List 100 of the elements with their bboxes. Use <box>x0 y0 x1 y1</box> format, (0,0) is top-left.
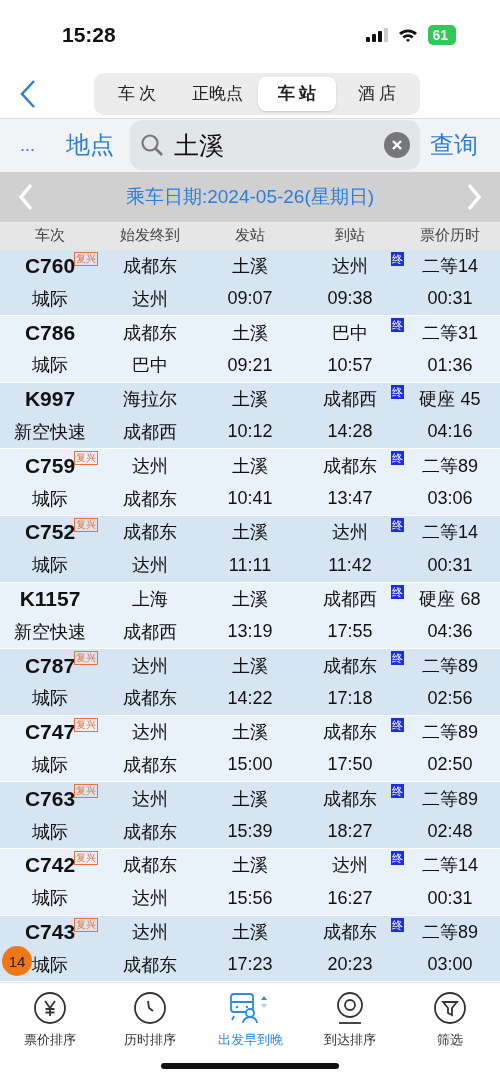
terminus-station: 成都东 <box>123 953 177 977</box>
train-number: C760 <box>24 254 76 278</box>
terminal-badge: 终 <box>391 850 404 865</box>
travel-duration: 03:06 <box>427 488 473 510</box>
arrival-time: 17:18 <box>327 687 373 709</box>
fuxing-badge: 复兴 <box>74 651 98 666</box>
train-row[interactable]: K1157 上海 土溪 成都西 终 硬座 68 新空快速 成都西 13:19 17:55 04:36 <box>0 582 500 650</box>
fuxing-badge: 复兴 <box>74 451 98 466</box>
train-number: C759 <box>24 453 76 478</box>
travel-duration: 00:31 <box>427 554 473 576</box>
sort-tab[interactable]: 票价排序 <box>0 983 100 1055</box>
train-number: C752 <box>24 520 76 545</box>
column-header: 到站 <box>334 226 366 246</box>
departure-time: 15:39 <box>227 821 273 843</box>
fuxing-badge: 复兴 <box>74 784 98 799</box>
terminus-station: 成都东 <box>123 753 177 777</box>
terminal-badge: 终 <box>391 917 404 932</box>
tab[interactable]: 车 站 <box>258 76 336 111</box>
departure-time: 14:22 <box>227 687 273 709</box>
travel-duration: 01:36 <box>427 354 473 376</box>
column-header: 车次 <box>34 226 66 246</box>
arrival-station: 达州 <box>332 521 368 545</box>
ticket-price: 二等89 <box>422 654 478 678</box>
departure-station: 土溪 <box>232 255 268 278</box>
travel-duration: 00:31 <box>427 887 473 909</box>
sort-tab[interactable]: 历时排序 <box>100 983 200 1055</box>
query-button[interactable]: 查询 <box>420 129 500 162</box>
travel-duration: 02:48 <box>427 821 473 843</box>
column-header: 发站 <box>234 226 266 246</box>
arrival-time: 17:55 <box>327 621 373 643</box>
sort-tab[interactable]: 筛选 <box>400 983 500 1055</box>
departure-station: 土溪 <box>232 388 268 412</box>
wifi-icon <box>398 27 419 42</box>
departure-station: 土溪 <box>232 920 268 944</box>
travel-duration: 04:36 <box>427 621 473 643</box>
arrival-station: 巴中 <box>332 321 368 345</box>
clock-icon <box>133 991 167 1026</box>
terminal-badge: 终 <box>391 384 404 399</box>
departure-station: 土溪 <box>232 454 268 478</box>
arrival-time: 20:23 <box>327 954 373 976</box>
ticket-price: 二等31 <box>422 321 478 345</box>
terminus-station: 巴中 <box>132 354 168 378</box>
train-row[interactable]: K997 海拉尔 土溪 成都西 终 硬座 45 新空快速 成都西 10:12 14:28 04:16 <box>0 382 500 450</box>
departure-station: 土溪 <box>232 654 268 678</box>
clear-icon[interactable] <box>384 132 410 159</box>
departure-station: 土溪 <box>232 587 268 611</box>
location-link[interactable]: 地点 <box>66 129 130 162</box>
terminus-station: 成都东 <box>123 487 177 511</box>
ticket-price: 二等14 <box>422 255 478 278</box>
terminal-badge: 终 <box>391 584 404 599</box>
train-type: 城际 <box>32 953 68 977</box>
arrival-station: 成都东 <box>323 654 377 678</box>
ticket-price: 二等89 <box>422 787 478 811</box>
departure-station: 土溪 <box>232 321 268 345</box>
ticket-price: 二等89 <box>422 920 478 944</box>
departure-time: 15:56 <box>227 887 273 909</box>
ticket-price: 硬座 45 <box>419 388 481 412</box>
sort-tab[interactable]: 出发早到晚 <box>200 983 300 1055</box>
train-row[interactable]: C786 成都东 土溪 巴中 终 二等31 城际 巴中 09:21 10:57 01:36 <box>0 316 500 383</box>
more-link[interactable]: ... <box>0 134 66 156</box>
sort-tab[interactable]: 到达排序 <box>300 983 400 1055</box>
fuxing-badge: 复兴 <box>74 850 98 865</box>
tab[interactable]: 酒 店 <box>338 76 416 111</box>
arrival-time: 16:27 <box>327 887 373 909</box>
terminal-badge: 终 <box>391 651 404 666</box>
train-type: 新空快速 <box>14 420 86 444</box>
origin-station: 达州 <box>132 721 168 745</box>
travel-duration: 02:56 <box>427 687 473 709</box>
train-number: K997 <box>24 387 76 412</box>
train-number: C763 <box>24 786 76 811</box>
train-number: K1157 <box>19 586 81 611</box>
arrival-time: 09:38 <box>327 288 373 310</box>
search-field[interactable]: 土溪 <box>130 120 420 171</box>
tab[interactable]: 车 次 <box>98 76 176 111</box>
origin-station: 达州 <box>132 654 168 678</box>
back-icon[interactable] <box>20 78 36 109</box>
terminus-station: 达州 <box>132 887 168 911</box>
train-number: C747 <box>24 720 76 745</box>
ticket-price: 二等14 <box>422 854 478 878</box>
origin-station: 达州 <box>132 787 168 811</box>
train-number: C743 <box>24 919 76 944</box>
tab[interactable]: 正晚点 <box>178 76 256 111</box>
arrival-station: 成都西 <box>323 388 377 412</box>
departure-time: 09:07 <box>227 288 273 310</box>
train-type: 城际 <box>32 354 68 378</box>
departure-station: 土溪 <box>232 854 268 878</box>
departure-time: 17:23 <box>227 954 273 976</box>
terminus-station: 达州 <box>132 287 168 311</box>
train-type: 城际 <box>32 887 68 911</box>
ticket-price: 二等14 <box>422 521 478 545</box>
arrival-time: 17:50 <box>327 754 373 776</box>
arrival-station: 成都东 <box>323 920 377 944</box>
departure-time: 09:21 <box>227 354 273 376</box>
column-header: 票价历时 <box>419 226 481 246</box>
origin-station: 上海 <box>132 587 168 611</box>
departure-station: 土溪 <box>232 521 268 545</box>
arrival-time: 11:42 <box>328 554 372 576</box>
terminus-station: 达州 <box>132 554 168 578</box>
arrival-station: 成都东 <box>323 454 377 478</box>
fuxing-badge: 复兴 <box>74 251 98 266</box>
